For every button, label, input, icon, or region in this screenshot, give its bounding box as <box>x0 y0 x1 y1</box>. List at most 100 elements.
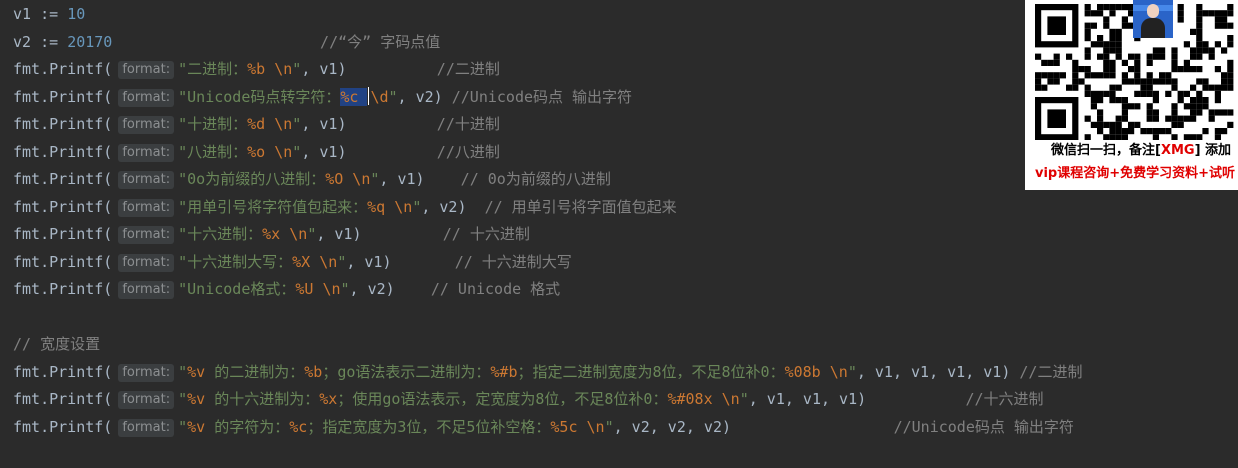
code-token: " <box>178 362 188 381</box>
code-line[interactable]: fmt.Printf(format: "Unicode格式：%U \n", v2)… <box>13 279 560 299</box>
code-token: \n <box>274 60 293 78</box>
code-line[interactable]: v1 := 10 <box>13 4 85 24</box>
code-token: ；使用go语法表示，定宽度为8位，不足8位补0： <box>337 390 668 408</box>
code-token: \n <box>322 280 341 298</box>
code-token: "0o为前缀的八进制： <box>178 170 326 188</box>
parameter-hint: format: <box>118 143 175 162</box>
code-token: \n <box>394 197 413 216</box>
code-token <box>358 87 368 106</box>
code-token: %O <box>325 170 344 188</box>
code-token: " <box>337 252 347 271</box>
code-token: // 0o为前缀的八进制 <box>460 170 611 188</box>
code-token: //“今” 字码点值 <box>112 32 441 51</box>
code-token: fmt.Printf( <box>13 417 113 436</box>
parameter-hint: format: <box>118 88 175 107</box>
code-token: , v1) <box>301 115 437 133</box>
code-token: \d <box>370 87 389 106</box>
code-token: " <box>739 390 749 408</box>
code-token: , v2) <box>421 197 485 216</box>
code-token: 20170 <box>67 32 113 51</box>
code-token: ；指定二进制宽度为8位，不足8位补0： <box>517 362 785 381</box>
code-token: fmt.Printf( <box>13 225 113 243</box>
code-line[interactable]: fmt.Printf(format: "%v 的字符为：%c；指定宽度为3位，不足… <box>13 417 1074 437</box>
code-token: fmt.Printf( <box>13 87 113 106</box>
parameter-hint: format: <box>118 418 175 437</box>
code-line[interactable]: fmt.Printf(format: "八进制：%o \n", v1) //八进制 <box>13 142 500 162</box>
code-token: 的二进制为： <box>205 362 305 381</box>
code-line[interactable]: fmt.Printf(format: "十六进制：%x \n", v1) // 十… <box>13 224 530 244</box>
parameter-hint: format: <box>118 171 175 189</box>
code-token: %d <box>247 115 266 133</box>
code-token: "二进制： <box>178 60 248 78</box>
code-line[interactable]: fmt.Printf(format: "0o为前缀的八进制：%O \n", v1)… <box>13 169 611 189</box>
code-line[interactable]: fmt.Printf(format: "%v 的十六进制为：%x；使用go语法表示… <box>13 389 1044 409</box>
code-token: // 宽度设置 <box>13 335 101 353</box>
code-token: fmt.Printf( <box>13 280 113 298</box>
code-line[interactable]: fmt.Printf(format: "十进制：%d \n", v1) //十进制 <box>13 114 500 134</box>
code-token: \n <box>829 362 848 381</box>
code-line[interactable]: v2 := 20170 //“今” 字码点值 <box>13 32 440 52</box>
parameter-hint: format: <box>118 363 175 382</box>
code-token: "十进制： <box>178 115 248 133</box>
code-token: %b <box>247 60 266 78</box>
code-token: //Unicode码点 输出字符 <box>451 87 633 106</box>
code-token: fmt.Printf( <box>13 197 113 216</box>
code-token: " <box>340 280 350 298</box>
code-token: fmt.Printf( <box>13 362 113 381</box>
code-token: v1 := <box>13 5 68 23</box>
code-token: "十六进制： <box>178 225 263 243</box>
code-line[interactable]: // 宽度设置 <box>13 334 100 354</box>
code-token: // Unicode 格式 <box>430 280 561 298</box>
code-token: fmt.Printf( <box>13 115 113 133</box>
code-line[interactable]: fmt.Printf(format: "用单引号将字符值包起来：%q \n", v… <box>13 197 677 217</box>
code-token: fmt.Printf( <box>13 142 113 161</box>
code-token: fmt.Printf( <box>13 60 113 78</box>
code-token: //二进制 <box>1019 362 1083 381</box>
code-token: \n <box>721 390 740 408</box>
code-token: \n <box>274 142 293 161</box>
code-token: fmt.Printf( <box>13 390 113 408</box>
code-token: , v1, v1, v1) <box>748 390 966 408</box>
code-token: , v1) <box>301 60 437 78</box>
code-token: " <box>292 60 302 78</box>
code-token: " <box>292 142 302 161</box>
parameter-hint: format: <box>118 116 175 134</box>
parameter-hint: format: <box>118 198 175 217</box>
qr-caption: 微信扫一扫，备注[XMG] 添加 <box>1051 143 1232 158</box>
code-token: \n <box>586 417 605 436</box>
code-token: %X <box>292 252 311 271</box>
code-token: , v1, v1, v1, v1) <box>856 362 1020 381</box>
code-token: %q <box>367 197 386 216</box>
code-token: , v1) <box>301 142 437 161</box>
parameter-hint: format: <box>118 253 175 272</box>
code-token: "用单引号将字符值包起来： <box>178 197 368 216</box>
code-line[interactable]: fmt.Printf(format: "%v 的二进制为：%b；go语法表示二进制… <box>13 362 1082 382</box>
code-line[interactable]: fmt.Printf(format: "十六进制大写：%X \n", v1) //… <box>13 252 572 272</box>
qr-code-popup: 微信扫一扫，备注[XMG] 添加 vip课程咨询+免费学习资料+试听 <box>1025 0 1238 190</box>
code-token: , v1) <box>316 225 443 243</box>
presenter-avatar <box>1133 0 1173 38</box>
code-token: , v2) <box>397 87 452 106</box>
code-token: fmt.Printf( <box>13 252 113 271</box>
parameter-hint: format: <box>118 391 175 409</box>
code-token: " <box>388 87 398 106</box>
code-line[interactable]: fmt.Printf(format: "Unicode码点转字符：%c \d", … <box>13 86 633 107</box>
code-token: "八进制： <box>178 142 248 161</box>
code-token: %v <box>187 417 206 436</box>
code-token: %U <box>295 280 314 298</box>
code-line[interactable]: fmt.Printf(format: "二进制：%b \n", v1) //二进制 <box>13 59 500 79</box>
code-token: %x <box>319 390 338 408</box>
code-token: %#b <box>490 362 518 381</box>
code-token: "十六进制大写： <box>178 252 293 271</box>
code-token: \n <box>352 170 371 188</box>
qr-code-image <box>1035 4 1234 140</box>
code-token: %x <box>262 225 281 243</box>
code-token: %c <box>340 87 359 106</box>
code-token: %v <box>187 362 206 381</box>
code-token: " <box>604 417 614 436</box>
